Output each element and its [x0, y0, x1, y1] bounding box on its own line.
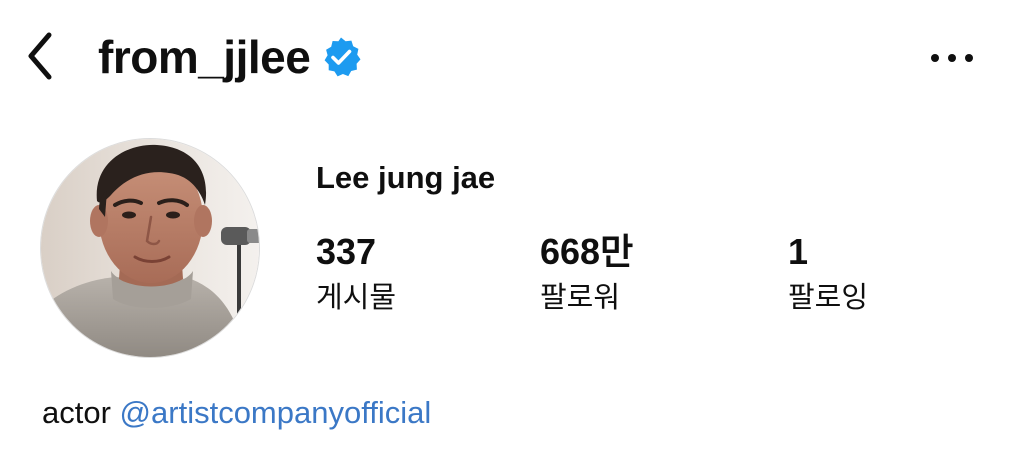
- username: from_jjlee: [98, 31, 311, 83]
- following-stat[interactable]: 1 팔로잉: [788, 234, 868, 315]
- following-label: 팔로잉: [788, 280, 869, 314]
- followers-stat[interactable]: 668만 팔로워: [540, 234, 633, 315]
- profile-photo: [41, 139, 259, 357]
- followers-count: 668만: [540, 231, 634, 272]
- back-button[interactable]: [18, 28, 62, 84]
- posts-label: 게시물: [316, 280, 397, 314]
- profile-header-title: from_jjlee: [98, 26, 362, 88]
- profile-page: from_jjlee Lee jung jae 337 게시물 668만 팔로워…: [0, 0, 1024, 450]
- verified-badge-icon: [320, 36, 362, 78]
- chevron-left-icon: [28, 32, 52, 80]
- more-horizontal-icon: [931, 54, 973, 62]
- posts-stat[interactable]: 337 게시물: [316, 234, 396, 315]
- bio-text: actor: [42, 395, 111, 430]
- following-count: 1: [788, 231, 809, 272]
- display-name: Lee jung jae: [316, 160, 496, 195]
- followers-label: 팔로워: [540, 280, 621, 314]
- bio: actor @artistcompanyofficial: [42, 394, 431, 431]
- bio-mention-link[interactable]: @artistcompanyofficial: [120, 395, 432, 430]
- avatar[interactable]: [40, 138, 260, 358]
- more-options-button[interactable]: [924, 38, 980, 78]
- posts-count: 337: [316, 231, 377, 272]
